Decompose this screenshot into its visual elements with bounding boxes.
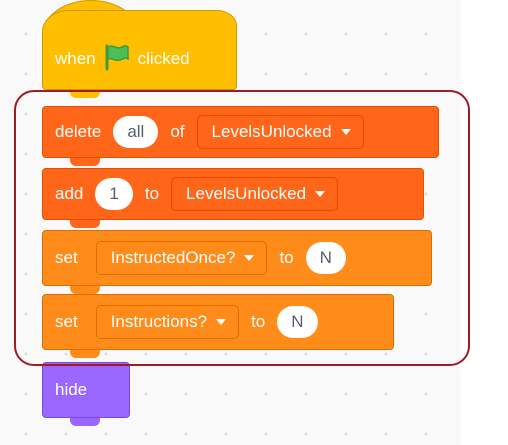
highlight-outline <box>14 90 470 366</box>
when-label: when <box>55 49 96 68</box>
when-flag-clicked-block[interactable]: when clicked <box>42 10 237 90</box>
green-flag-icon <box>102 43 132 76</box>
hide-label: hide <box>55 380 88 399</box>
clicked-label: clicked <box>137 49 190 68</box>
hide-block[interactable]: hide <box>42 362 130 418</box>
block-notch <box>70 418 100 426</box>
